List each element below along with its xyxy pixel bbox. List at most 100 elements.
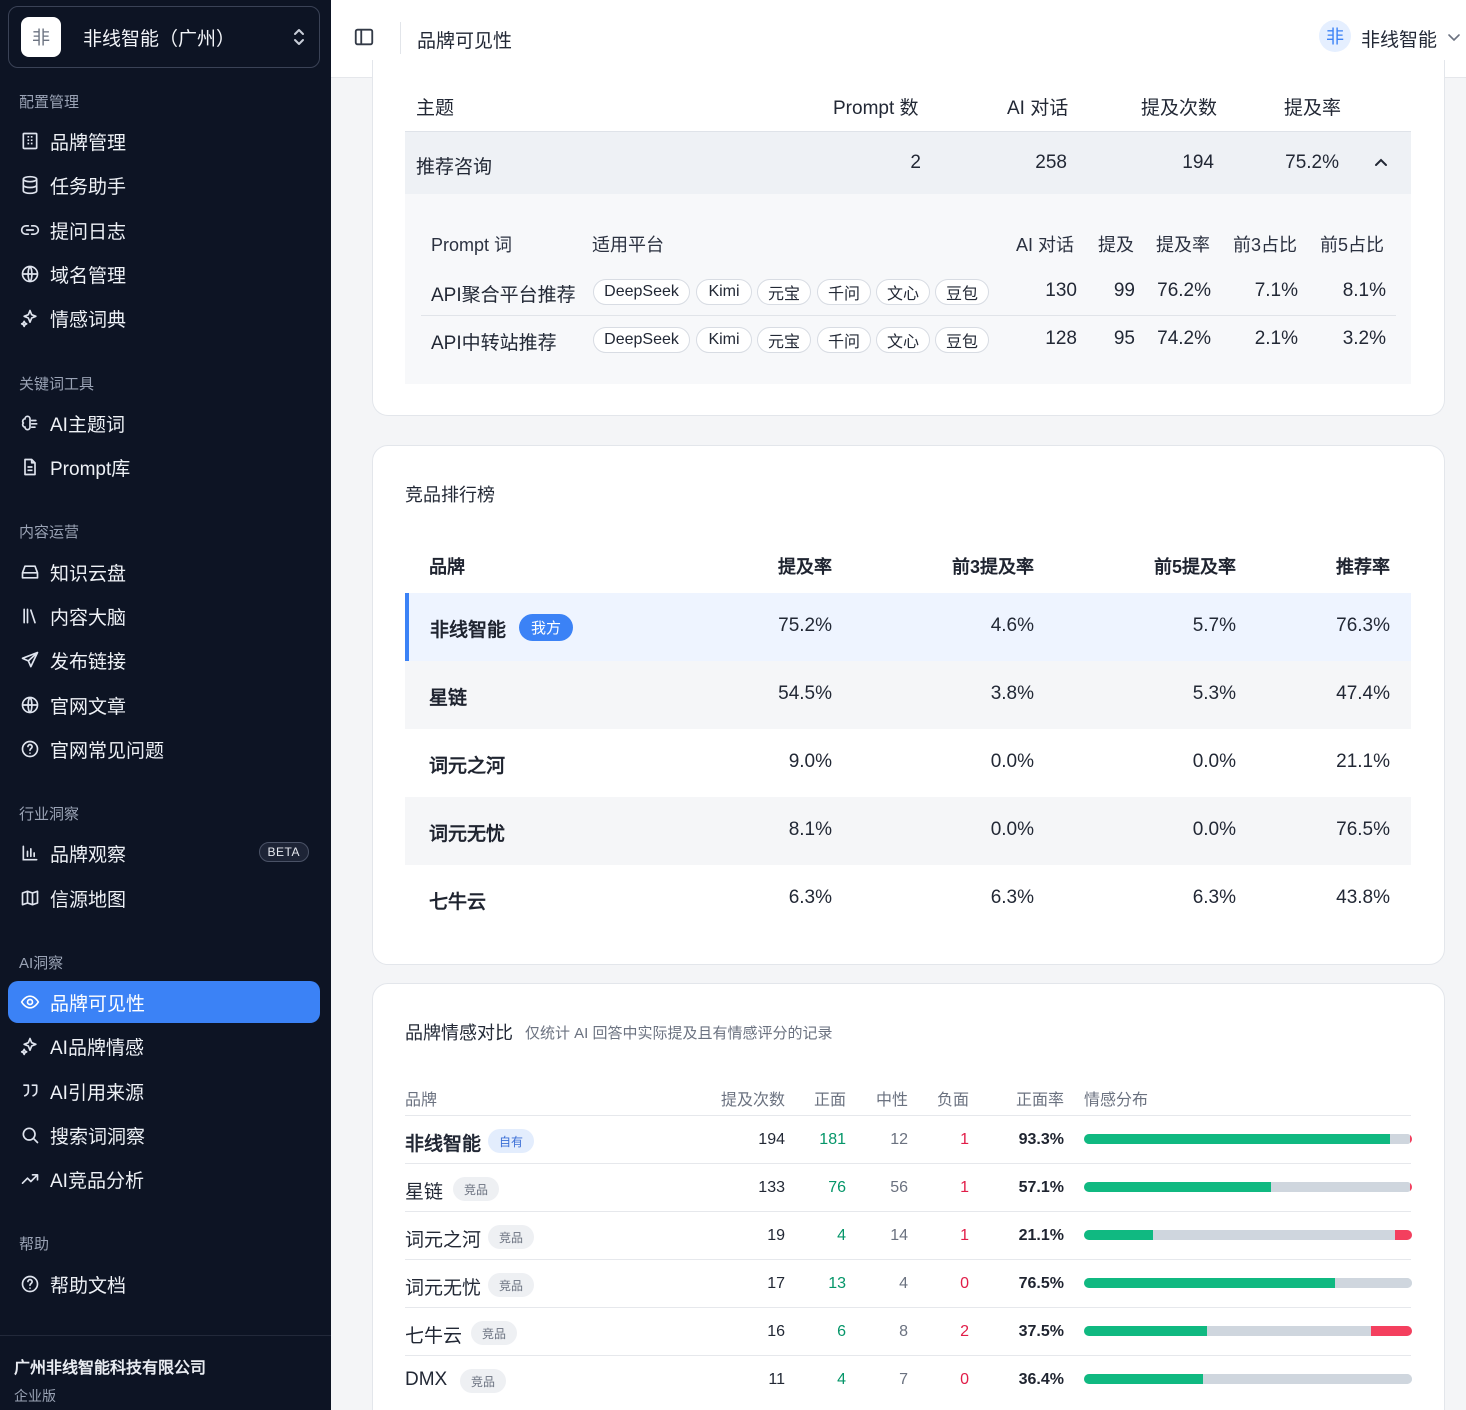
hard-drive-icon (19, 561, 41, 583)
sidebar-item-content-brain[interactable]: 内容大脑 (8, 595, 320, 637)
top3-rate: 4.6% (990, 615, 1034, 636)
globe-icon (19, 263, 41, 285)
sidebar-item-publish-link[interactable]: 发布链接 (8, 639, 320, 681)
neutral-segment (1203, 1374, 1412, 1384)
sidebar-item-brand-watch[interactable]: 品牌观察 BETA (8, 832, 320, 874)
sidebar-item-site-faq[interactable]: 官网常见问题 (8, 728, 320, 770)
positive-count: 4 (837, 1227, 846, 1244)
sidebar-item-prompt-lib[interactable]: Prompt库 (8, 446, 320, 488)
search-icon (19, 1124, 41, 1146)
neutral-count: 8 (899, 1323, 908, 1340)
brand-name: 词元之河 (405, 1230, 482, 1251)
sidebar-item-label: 内容大脑 (50, 607, 127, 629)
brand-type-tag: 竞品 (488, 1273, 535, 1297)
neutral-segment (1271, 1182, 1410, 1192)
sidebar-item-label: 情感词典 (50, 309, 127, 331)
sidebar-item-source-map[interactable]: 信源地图 (8, 877, 320, 919)
topic-prompts: 2 (910, 152, 921, 173)
user-avatar[interactable]: 非 (1319, 20, 1351, 52)
recommend-rate: 76.5% (1336, 819, 1390, 840)
negative-count: 1 (960, 1131, 969, 1148)
mention-rate: 75.2% (778, 615, 832, 636)
sidebar-item-brand-visibility[interactable]: 品牌可见性 (8, 981, 320, 1023)
sidebar-item-help-docs[interactable]: 帮助文档 (8, 1263, 320, 1305)
col-header-rate: 提及率 (778, 557, 832, 577)
col-header-recommend: 推荐率 (1336, 557, 1390, 577)
mention-rate: 54.5% (778, 683, 832, 704)
file-text-icon (19, 456, 41, 478)
sentiment-distribution-bar (1084, 1182, 1412, 1192)
edition-label: 企业版 (14, 1388, 56, 1404)
mention-count: 194 (758, 1131, 785, 1148)
nav-section-ai: AI洞察 (19, 955, 64, 972)
chevron-down-icon[interactable] (1447, 30, 1461, 44)
nav-section-keywords: 关键词工具 (19, 376, 95, 393)
sentiment-row: 词元无忧 竞品 17 13 4 0 76.5% (405, 1259, 1412, 1307)
sidebar-item-sentiment-dict[interactable]: 情感词典 (8, 297, 320, 339)
sidebar-item-domain-mgmt[interactable]: 域名管理 (8, 253, 320, 295)
neutral-segment (1390, 1134, 1411, 1144)
recommend-rate: 21.1% (1336, 751, 1390, 772)
brand-name: 星链 (405, 1182, 444, 1203)
link-icon (19, 219, 41, 241)
negative-count: 2 (960, 1323, 969, 1340)
sidebar: 非 非线智能（广州） 配置管理 品牌管理 任务助手 提问日志 域名管理 情感词典… (0, 0, 331, 1410)
recommend-rate: 47.4% (1336, 683, 1390, 704)
neutral-count: 7 (899, 1371, 908, 1388)
recommend-rate: 43.8% (1336, 887, 1390, 908)
sidebar-item-label: Prompt库 (50, 458, 131, 480)
sparkles-icon (19, 1035, 41, 1057)
positive-count: 13 (828, 1275, 846, 1292)
sentiment-row: DMX 竞品 11 4 7 0 36.4% (405, 1355, 1412, 1403)
sidebar-item-brand-mgmt[interactable]: 品牌管理 (8, 120, 320, 162)
negative-count: 0 (960, 1371, 969, 1388)
sidebar-item-knowledge-disk[interactable]: 知识云盘 (8, 551, 320, 593)
building-icon (19, 130, 41, 152)
brand-type-tag: 竞品 (488, 1225, 535, 1249)
sidebar-item-site-articles[interactable]: 官网文章 (8, 684, 320, 726)
platform-tag: 豆包 (935, 279, 989, 305)
col-header-topic: 主题 (416, 98, 455, 119)
topic-name: 推荐咨询 (416, 157, 493, 178)
top5-rate: 6.3% (1192, 887, 1236, 908)
sidebar-toggle-icon[interactable] (353, 26, 375, 48)
sidebar-item-task-assistant[interactable]: 任务助手 (8, 164, 320, 206)
sidebar-item-label: 搜索词洞察 (50, 1126, 146, 1148)
platform-tag: 元宝 (757, 279, 811, 305)
col-header-distribution: 情感分布 (1084, 1092, 1149, 1109)
top5-rate: 5.3% (1192, 683, 1236, 704)
col-header-dialogs: AI 对话 (1007, 98, 1069, 119)
platform-tag: 文心 (876, 279, 930, 305)
prompt-text: API中转站推荐 (431, 333, 557, 354)
user-name[interactable]: 非线智能 (1361, 25, 1437, 52)
sub-header-dialogs: AI 对话 (1016, 235, 1075, 255)
top3-rate: 0.0% (990, 819, 1034, 840)
sidebar-item-label: AI竞品分析 (50, 1170, 144, 1192)
chevron-up-icon[interactable] (1372, 154, 1390, 172)
positive-segment (1084, 1182, 1272, 1192)
sidebar-item-label: 提问日志 (50, 221, 127, 243)
org-switcher[interactable]: 非 非线智能（广州） (8, 6, 320, 68)
mine-badge: 我方 (519, 614, 574, 641)
positive-count: 76 (828, 1179, 846, 1196)
nav-section-config: 配置管理 (19, 94, 80, 111)
sidebar-item-ai-citation[interactable]: AI引用来源 (8, 1070, 320, 1112)
sidebar-item-label: AI品牌情感 (50, 1037, 144, 1059)
col-header-brand: 品牌 (429, 557, 465, 577)
sidebar-item-search-insight[interactable]: 搜索词洞察 (8, 1114, 320, 1156)
topic-dialogs: 258 (1035, 152, 1067, 173)
sidebar-footer: 广州非线智能科技有限公司 企业版 (0, 1335, 331, 1410)
sidebar-item-ai-competitor[interactable]: AI竞品分析 (8, 1158, 320, 1200)
sidebar-item-question-log[interactable]: 提问日志 (8, 209, 320, 251)
org-name: 非线智能（广州） (83, 28, 236, 50)
sidebar-item-ai-topic[interactable]: AI主题词 (8, 402, 320, 444)
sidebar-item-label: 域名管理 (50, 265, 127, 287)
sidebar-item-label: 官网常见问题 (50, 740, 165, 762)
neutral-segment (1153, 1230, 1395, 1240)
platform-tag: DeepSeek (593, 279, 690, 305)
col-header-rate: 提及率 (1284, 98, 1342, 119)
positive-rate: 57.1% (1018, 1179, 1064, 1196)
brand-type-tag: 竞品 (471, 1321, 518, 1345)
sidebar-item-ai-brand-sentiment[interactable]: AI品牌情感 (8, 1025, 320, 1067)
brand-name: 七牛云 (405, 1326, 463, 1347)
